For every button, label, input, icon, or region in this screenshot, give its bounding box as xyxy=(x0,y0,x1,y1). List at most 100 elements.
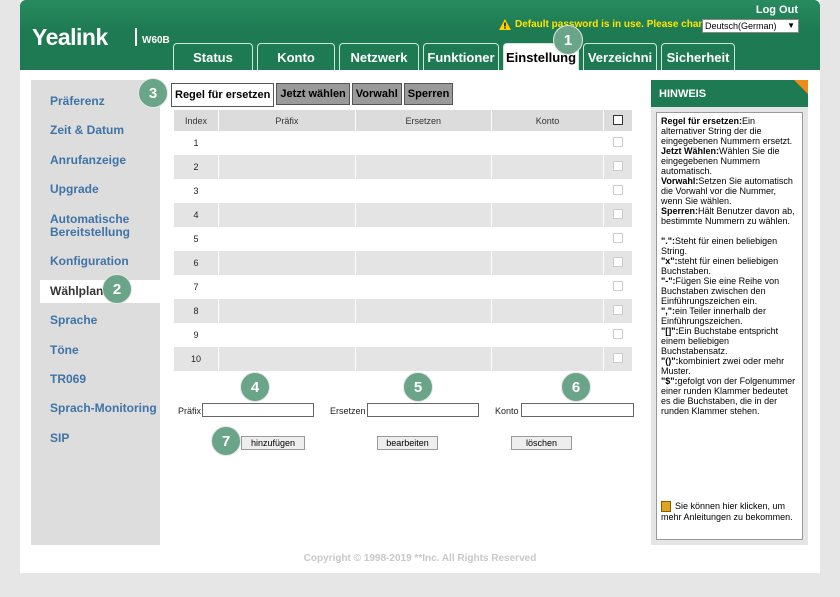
row-prefix-cell xyxy=(217,251,356,275)
row-checkbox[interactable] xyxy=(613,185,624,195)
chevron-down-icon: ▼ xyxy=(787,21,795,30)
sidebar-item-konfiguration[interactable]: Konfiguration xyxy=(50,255,129,268)
row-checkbox[interactable] xyxy=(613,257,624,267)
hint-paragraph: Regel für ersetzen:Ein alternativer Stri… xyxy=(661,116,798,146)
row-account-cell xyxy=(490,251,604,275)
row-checkbox[interactable] xyxy=(613,137,624,147)
column-header-select xyxy=(603,110,632,131)
row-account-cell xyxy=(490,323,604,347)
column-header-praefix: Präfix xyxy=(217,110,356,131)
warning-icon xyxy=(499,19,511,30)
table-body: 1 2 3 4 5 6 7 8 9 10 xyxy=(173,131,632,371)
hint-term: "-": xyxy=(661,276,676,286)
sidebar-item-upgrade[interactable]: Upgrade xyxy=(50,183,99,196)
row-replace-cell xyxy=(354,275,492,299)
tab-konto[interactable]: Konto xyxy=(257,43,335,70)
row-select-cell xyxy=(603,275,632,299)
column-header-konto: Konto xyxy=(490,110,604,131)
hint-description: Ein Buchstabe entspricht einem beliebige… xyxy=(661,326,779,356)
hint-description: gefolgt von der Folgenummer einer runden… xyxy=(661,376,796,416)
add-button[interactable]: hinzufügen xyxy=(241,436,305,450)
prefix-label: Präfix xyxy=(178,406,202,416)
sidebar-item-toene[interactable]: Töne xyxy=(50,344,79,357)
hint-description: kombiniert zwei oder mehr Muster. xyxy=(661,356,785,376)
row-index: 4 xyxy=(173,203,219,227)
subtab-regel-fuer-ersetzen[interactable]: Regel für ersetzen xyxy=(171,83,275,107)
row-account-cell xyxy=(490,155,604,179)
sidebar-item-zeit-datum[interactable]: Zeit & Datum xyxy=(50,124,124,137)
account-input[interactable] xyxy=(521,403,634,417)
hint-paragraph: ".":Steht für einen beliebigen String. xyxy=(661,236,798,256)
row-checkbox[interactable] xyxy=(613,161,624,171)
row-select-cell xyxy=(603,323,632,347)
replace-input[interactable] xyxy=(367,403,479,417)
hint-paragraph: "-":Fügen Sie eine Reihe von Buchstaben … xyxy=(661,276,798,306)
hint-term: "$": xyxy=(661,376,678,386)
row-checkbox[interactable] xyxy=(613,209,624,219)
sidebar-item-sprache[interactable]: Sprache xyxy=(50,314,97,327)
tab-verzeichni[interactable]: Verzeichni xyxy=(583,43,657,70)
column-header-index: Index xyxy=(173,110,219,131)
select-all-checkbox[interactable] xyxy=(613,114,624,125)
warning-text: Default password is in use. Please chang… xyxy=(515,19,720,30)
sidebar-item-tr069[interactable]: TR069 xyxy=(50,373,86,386)
row-checkbox[interactable] xyxy=(613,329,624,339)
step-badge-4: 4 xyxy=(240,372,270,402)
tab-netzwerk[interactable]: Netzwerk xyxy=(339,43,419,70)
table-row: 7 xyxy=(173,275,632,299)
sidebar-item-automatische-bereitstellung[interactable]: Automatische Bereitstellung xyxy=(50,213,140,239)
table-row: 10 xyxy=(173,347,632,371)
hint-description: Steht für einen beliebigen String. xyxy=(661,236,778,256)
subtab-vorwahl[interactable]: Vorwahl xyxy=(351,83,402,105)
tab-status[interactable]: Status xyxy=(173,43,253,70)
row-account-cell xyxy=(490,275,604,299)
row-account-cell xyxy=(490,131,604,155)
language-select[interactable]: Deutsch(German) ▼ xyxy=(702,19,799,33)
hint-help-link[interactable]: Sie können hier klicken, um mehr Anleitu… xyxy=(661,501,799,522)
logout-link[interactable]: Log Out xyxy=(756,4,798,16)
subtab-jetzt-waehlen[interactable]: Jetzt wählen xyxy=(276,83,350,105)
table-row: 4 xyxy=(173,203,632,227)
table-row: 5 xyxy=(173,227,632,251)
sidebar-item-anrufanzeige[interactable]: Anrufanzeige xyxy=(50,154,126,167)
prefix-input[interactable] xyxy=(202,403,314,417)
row-prefix-cell xyxy=(217,179,356,203)
hint-term: Regel für ersetzen: xyxy=(661,116,743,126)
step-badge-1: 1 xyxy=(553,25,583,55)
table-row: 3 xyxy=(173,179,632,203)
sidebar-item-waehlplan[interactable]: Wählplan xyxy=(40,280,160,303)
password-warning: Default password is in use. Please chang… xyxy=(499,19,720,30)
subtab-sperren[interactable]: Sperren xyxy=(403,83,454,105)
edit-button[interactable]: bearbeiten xyxy=(377,436,438,450)
hint-paragraph: "$":gefolgt von der Folgenummer einer ru… xyxy=(661,376,798,416)
delete-button[interactable]: löschen xyxy=(511,436,572,450)
row-checkbox[interactable] xyxy=(613,305,624,315)
row-index: 6 xyxy=(173,251,219,275)
hint-help-text: Sie können hier klicken, um mehr Anleitu… xyxy=(661,501,793,523)
hint-paragraph: "x":steht für einen beliebigen Buchstabe… xyxy=(661,256,798,276)
hint-paragraph: "[]":Ein Buchstabe entspricht einem beli… xyxy=(661,326,798,356)
row-checkbox[interactable] xyxy=(613,353,624,363)
row-checkbox[interactable] xyxy=(613,281,624,291)
sidebar-item-sip[interactable]: SIP xyxy=(50,432,69,445)
row-index: 3 xyxy=(173,179,219,203)
row-account-cell xyxy=(490,203,604,227)
hint-title: HINWEIS xyxy=(651,80,808,107)
hint-term: Vorwahl: xyxy=(661,176,699,186)
sidebar: Präferenz Zeit & Datum Anrufanzeige Upgr… xyxy=(31,80,160,545)
sidebar-item-praeferenz[interactable]: Präferenz xyxy=(50,95,105,108)
tab-sicherheit[interactable]: Sicherheit xyxy=(661,43,735,70)
row-checkbox[interactable] xyxy=(613,233,624,243)
row-account-cell xyxy=(490,179,604,203)
row-select-cell xyxy=(603,227,632,251)
hint-description: ein Teiler innerhalb der Einführungszeic… xyxy=(661,306,766,326)
hint-paragraph: ",":ein Teiler innerhalb der Einführungs… xyxy=(661,306,798,326)
replace-label: Ersetzen xyxy=(330,406,366,416)
row-replace-cell xyxy=(354,179,492,203)
tab-funktioner[interactable]: Funktioner xyxy=(423,43,499,70)
row-prefix-cell xyxy=(217,299,356,323)
row-replace-cell xyxy=(354,131,492,155)
sidebar-item-sprach-monitoring[interactable]: Sprach-Monitoring xyxy=(50,402,157,415)
hint-description: Fügen Sie eine Reihe von Buchstaben zwis… xyxy=(661,276,780,306)
row-index: 5 xyxy=(173,227,219,251)
